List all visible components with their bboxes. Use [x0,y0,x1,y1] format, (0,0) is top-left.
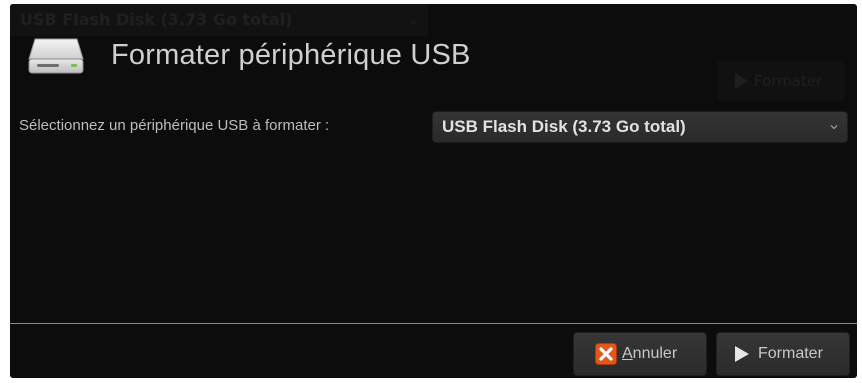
footer-separator [10,323,857,324]
format-button-label: Formater [758,345,823,362]
ghost-play-icon [735,73,748,89]
cancel-button[interactable]: Annuler [573,332,707,376]
usb-drive-icon [28,38,84,74]
device-select-dropdown[interactable]: USB Flash Disk (3.73 Go total) [432,111,848,143]
close-x-icon [595,343,617,365]
cancel-mnemonic: A [622,345,633,362]
device-select-label: Sélectionnez un périphérique USB à forma… [19,117,330,134]
device-select-value: USB Flash Disk (3.73 Go total) [442,117,686,136]
ghost-button-text: Formater [754,72,823,90]
play-icon [735,346,749,362]
cancel-label-rest: nnuler [632,345,678,362]
format-usb-dialog: USB Flash Disk (3.73 Go total) ⌄ Formate… [10,4,857,378]
device-select-row: Sélectionnez un périphérique USB à forma… [19,109,849,143]
dialog-header: Formater périphérique USB [27,31,471,79]
ghost-combo-text: USB Flash Disk (3.73 Go total) [20,10,293,29]
page-title: Formater périphérique USB [111,38,471,71]
ghost-format-button-artifact: Formater [717,61,845,101]
chevron-down-icon [830,125,838,130]
cancel-button-label: Annuler [622,345,677,363]
format-button[interactable]: Formater [716,332,850,376]
